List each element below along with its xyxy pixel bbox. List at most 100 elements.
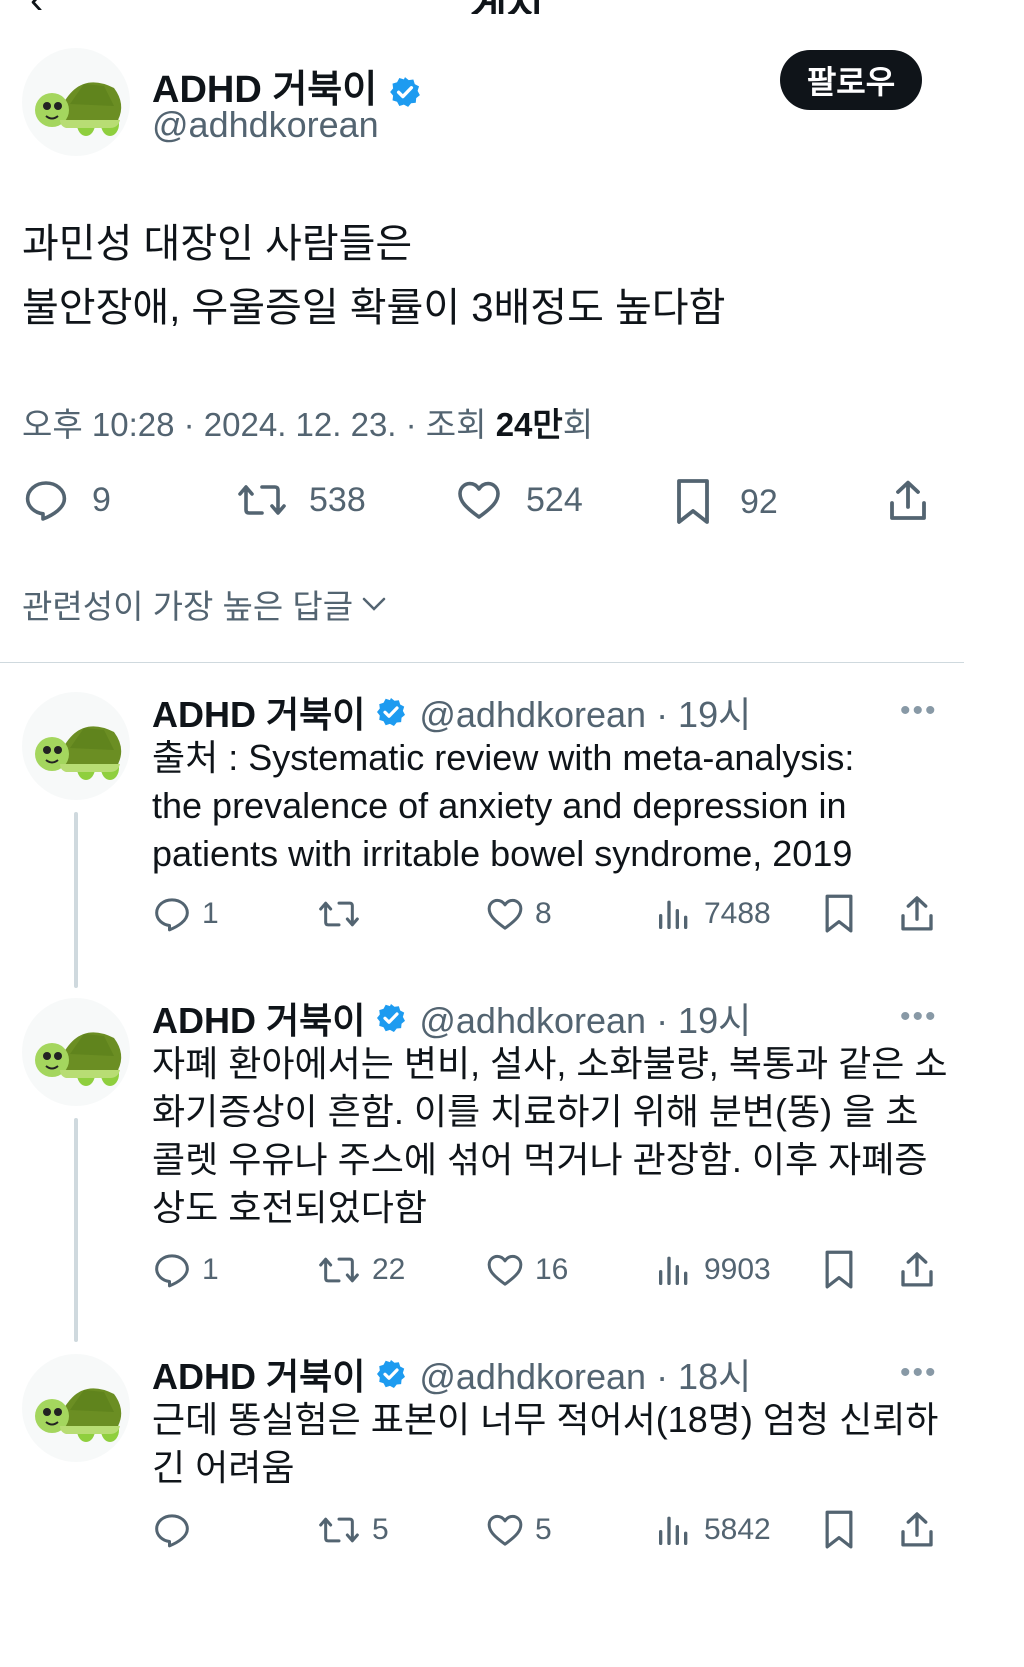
reply-icon (155, 1514, 189, 1548)
share-icon (901, 1512, 933, 1547)
like-icon (487, 898, 523, 930)
bookmark-action[interactable] (820, 892, 858, 944)
tweet-meta: 오후 10:28 · 2024. 12. 23. · 조회 24만회 (22, 398, 593, 446)
more-icon[interactable]: ••• (900, 1356, 938, 1390)
reply-avatar[interactable] (22, 692, 130, 800)
verified-badge-icon (377, 698, 406, 726)
reply-handle[interactable]: @adhdkorean · 19시 (419, 992, 751, 1044)
share-action[interactable] (896, 1248, 938, 1300)
share-icon (890, 480, 926, 520)
retweet-count: 22 (372, 1253, 406, 1286)
more-icon[interactable]: ••• (900, 1000, 938, 1034)
views-action[interactable]: 5842 (654, 1510, 771, 1550)
views-icon (659, 1516, 688, 1545)
section-divider (0, 662, 964, 663)
like-count: 8 (535, 897, 552, 930)
tweet-text: 과민성 대장인 사람들은 불안장애, 우울증일 확률이 3배정도 높다함 (22, 222, 726, 330)
verified-badge-icon (377, 1004, 406, 1032)
reply-author-name[interactable]: ADHD 거북이 (152, 992, 365, 1044)
like-action[interactable]: 8 (485, 894, 552, 934)
reply-author-name[interactable]: ADHD 거북이 (152, 1348, 365, 1400)
reply-count: 1 (202, 1253, 219, 1286)
retweet-count: 538 (309, 480, 366, 519)
retweet-icon (238, 485, 286, 515)
retweet-icon (319, 1517, 359, 1543)
view-count: 24만 (495, 406, 563, 443)
like-count: 524 (526, 480, 583, 519)
views-action[interactable]: 9903 (654, 1250, 771, 1290)
like-action[interactable]: 16 (485, 1250, 568, 1290)
retweet-action[interactable] (316, 894, 372, 934)
more-icon[interactable]: ••• (900, 694, 938, 728)
reply-header: ADHD 거북이 @adhdkorean · 19시 (152, 686, 751, 738)
chevron-down-icon (362, 597, 386, 611)
share-action[interactable] (884, 476, 932, 526)
retweet-icon (319, 1257, 359, 1283)
like-icon (487, 1254, 523, 1286)
views-action[interactable]: 7488 (654, 894, 771, 934)
retweet-count: 5 (372, 1513, 389, 1546)
bookmark-icon (677, 479, 709, 524)
page-title: 게시 (470, 0, 544, 14)
bookmark-count: 92 (740, 482, 778, 521)
share-action[interactable] (896, 892, 938, 944)
views-icon (659, 900, 688, 929)
reply-text: 근데 똥실험은 표본이 너무 적어서(18명) 엄청 신뢰하 긴 어려움 (152, 1399, 939, 1488)
reply-action[interactable]: 1 (152, 1250, 219, 1290)
like-action[interactable]: 524 (454, 476, 583, 524)
reply-avatar[interactable] (22, 998, 130, 1106)
reply-icon (25, 481, 67, 521)
retweet-action[interactable]: 538 (235, 476, 366, 524)
like-count: 5 (535, 1513, 552, 1546)
view-count: 9903 (704, 1253, 771, 1286)
thread-line (74, 812, 78, 988)
reply-count: 9 (92, 480, 111, 519)
like-count: 16 (535, 1253, 569, 1286)
reply-avatar[interactable] (22, 1354, 130, 1462)
reply-header: ADHD 거북이 @adhdkorean · 18시 (152, 1348, 751, 1400)
reply-icon (155, 1254, 189, 1288)
reply-handle[interactable]: @adhdkorean · 19시 (419, 686, 751, 738)
view-count: 5842 (704, 1513, 771, 1546)
turtle-avatar-icon (35, 82, 122, 136)
reply-action[interactable]: 9 (22, 476, 111, 524)
turtle-avatar-icon (35, 1388, 122, 1442)
bookmark-action[interactable]: 92 (670, 476, 778, 528)
avatar[interactable] (22, 48, 130, 156)
thread-line (74, 1118, 78, 1342)
top-bar: ‹ 게시 (0, 0, 1024, 14)
reply-handle[interactable]: @adhdkorean · 18시 (419, 1348, 751, 1400)
back-arrow-icon[interactable]: ‹ (30, 0, 43, 14)
bookmark-action[interactable] (820, 1248, 858, 1300)
reply-sort-dropdown[interactable]: 관련성이 가장 높은 답글 (22, 580, 389, 628)
share-action[interactable] (896, 1508, 938, 1560)
retweet-action[interactable]: 22 (316, 1250, 405, 1290)
bookmark-icon (825, 1510, 853, 1549)
view-count: 7488 (704, 897, 771, 930)
reply-action[interactable]: 1 (152, 894, 219, 934)
verified-badge-icon (377, 1360, 406, 1388)
follow-button[interactable]: 팔로우 (780, 50, 922, 110)
bookmark-action[interactable] (820, 1508, 858, 1560)
reply-author-name[interactable]: ADHD 거북이 (152, 686, 365, 738)
view-count-suffix: 회 (562, 406, 594, 443)
verified-badge-icon (389, 77, 420, 107)
like-icon (487, 1514, 523, 1546)
retweet-action[interactable]: 5 (316, 1510, 389, 1550)
like-action[interactable]: 5 (485, 1510, 552, 1550)
reply-action[interactable] (152, 1510, 202, 1550)
turtle-avatar-icon (35, 1032, 122, 1086)
tweet-timestamp: 오후 10:28 · 2024. 12. 23. · 조회 (22, 406, 496, 443)
views-icon (659, 1256, 688, 1285)
reply-count: 1 (202, 897, 219, 930)
bookmark-icon (825, 894, 853, 933)
reply-text: 출처 : Systematic review with meta-analysi… (152, 737, 855, 874)
bookmark-icon (825, 1250, 853, 1289)
author-handle[interactable]: @adhdkorean (152, 104, 379, 146)
retweet-icon (319, 901, 359, 927)
share-icon (901, 896, 933, 931)
reply-sort-label: 관련성이 가장 높은 답글 (22, 588, 354, 625)
like-icon (458, 481, 500, 519)
reply-text: 자폐 환아에서는 변비, 설사, 소화불량, 복통과 같은 소 화기증상이 흔함… (152, 1043, 948, 1228)
reply-icon (155, 898, 189, 932)
